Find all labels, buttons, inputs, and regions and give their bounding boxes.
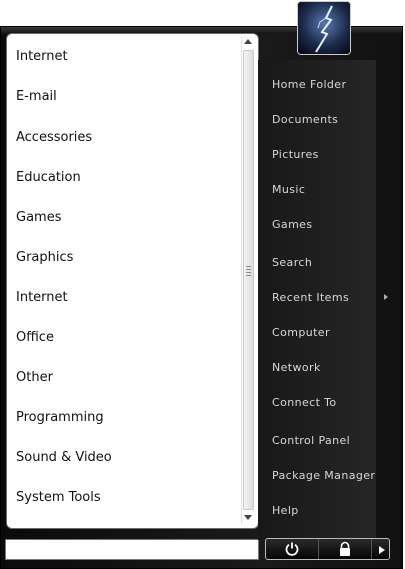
power-button[interactable] [266,539,318,559]
scroll-up-arrow-icon[interactable] [244,39,252,44]
place-control-panel[interactable]: Control Panel [272,432,350,450]
more-options-button[interactable] [371,539,390,559]
grip-icon [246,266,251,278]
place-music[interactable]: Music [272,181,305,199]
app-category-graphics[interactable]: Graphics [16,247,73,269]
chevron-right-icon [379,546,385,554]
app-category-email[interactable]: E-mail [16,86,57,108]
place-package-manager[interactable]: Package Manager [272,467,375,485]
scrollbar-thumb[interactable] [243,50,254,510]
scroll-down-arrow-icon[interactable] [244,515,252,520]
place-home-folder[interactable]: Home Folder [272,76,346,94]
place-network[interactable]: Network [272,359,321,377]
app-category-internet-2[interactable]: Internet [16,287,68,309]
power-icon [285,542,299,556]
lock-icon [340,541,350,556]
app-category-games[interactable]: Games [16,207,61,229]
applications-list: Internet E-mail Accessories Education Ga… [7,34,241,528]
lightning-avatar-icon [298,2,350,54]
app-category-other[interactable]: Other [16,367,53,389]
app-category-office[interactable]: Office [16,327,54,349]
app-category-programming[interactable]: Programming [16,407,104,429]
place-help[interactable]: Help [272,502,299,520]
app-category-internet[interactable]: Internet [16,46,68,68]
session-buttons [265,538,390,560]
applications-scrollbar[interactable] [241,36,255,524]
lock-button[interactable] [318,539,372,559]
app-category-system-tools[interactable]: System Tools [16,487,101,509]
app-category-education[interactable]: Education [16,167,81,189]
place-computer[interactable]: Computer [272,324,330,342]
place-documents[interactable]: Documents [272,111,338,129]
place-pictures[interactable]: Pictures [272,146,319,164]
place-games[interactable]: Games [272,216,312,234]
place-recent-items[interactable]: Recent Items [272,289,349,307]
place-connect-to[interactable]: Connect To [272,394,337,412]
applications-panel: Internet E-mail Accessories Education Ga… [6,33,259,529]
app-category-sound-video[interactable]: Sound & Video [16,447,112,469]
app-category-accessories[interactable]: Accessories [16,127,92,149]
search-input[interactable] [5,539,259,560]
user-avatar[interactable] [297,1,351,55]
place-search[interactable]: Search [272,254,312,272]
submenu-arrow-icon [384,294,388,300]
